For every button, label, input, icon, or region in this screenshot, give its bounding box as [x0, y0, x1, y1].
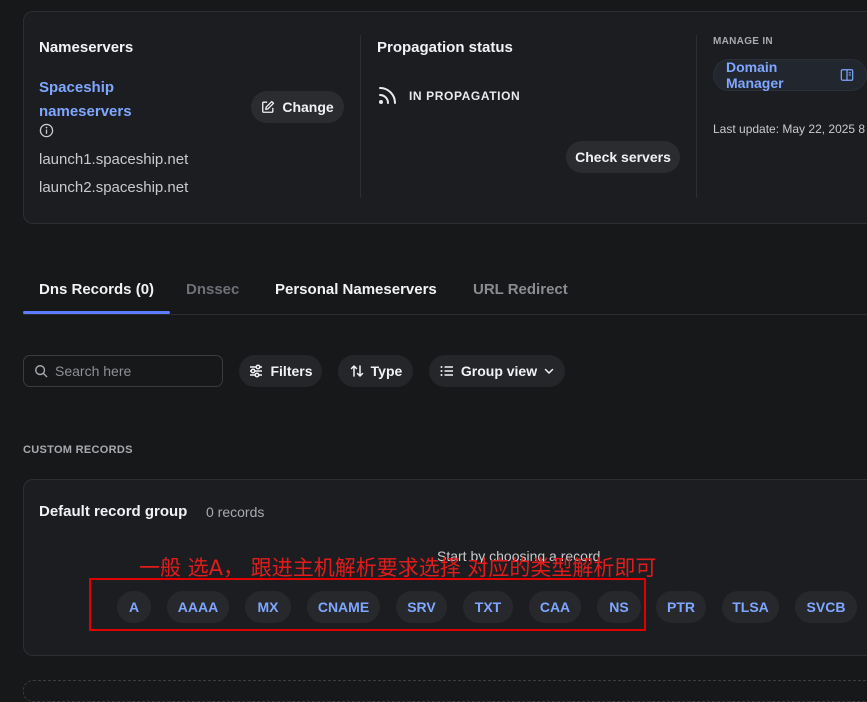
- sort-arrows-icon: [349, 363, 365, 379]
- last-update-text: Last update: May 22, 2025 8: [713, 122, 866, 136]
- nameserver-1: launch1.spaceship.net: [39, 151, 189, 168]
- tab-url-redirect[interactable]: URL Redirect: [473, 281, 568, 298]
- sliders-icon: [248, 363, 264, 379]
- info-icon[interactable]: [39, 123, 54, 138]
- search-icon: [34, 364, 48, 378]
- nameservers-title: Nameservers: [39, 39, 134, 56]
- tabs-baseline: [23, 314, 867, 315]
- search-placeholder: Search here: [55, 363, 132, 379]
- column-divider: [360, 35, 361, 198]
- group-view-dropdown[interactable]: Group view: [429, 355, 565, 387]
- column-divider-2: [696, 35, 697, 198]
- list-icon: [439, 363, 455, 379]
- change-label: Change: [282, 99, 334, 115]
- active-tab-indicator: [23, 311, 170, 314]
- filters-label: Filters: [270, 363, 313, 379]
- check-servers-button[interactable]: Check servers: [566, 141, 680, 173]
- record-type-ptr-button[interactable]: PTR: [656, 591, 706, 623]
- tab-personal-nameservers[interactable]: Personal Nameservers: [275, 281, 437, 298]
- record-type-tlsa-button[interactable]: TLSA: [722, 591, 779, 623]
- domain-manager-label: Domain Manager: [726, 59, 784, 91]
- change-nameservers-button[interactable]: Change: [251, 91, 344, 123]
- annotation-text: 一般 选A， 跟进主机解析要求选择 对应的类型解析即可: [139, 556, 657, 580]
- record-count: 0 records: [206, 504, 265, 520]
- nameserver-provider-link[interactable]: Spaceship nameservers: [39, 76, 132, 124]
- book-icon: [840, 68, 854, 82]
- custom-records-label: CUSTOM RECORDS: [23, 444, 133, 456]
- manage-in-label: MANAGE IN: [713, 36, 773, 47]
- propagation-status-badge: IN PROPAGATION: [409, 89, 521, 103]
- group-view-label: Group view: [460, 363, 538, 379]
- chevron-down-icon: [543, 365, 555, 377]
- propagation-title: Propagation status: [377, 39, 513, 56]
- add-group-placeholder[interactable]: [23, 680, 867, 702]
- edit-icon: [261, 100, 275, 114]
- type-sort-button[interactable]: Type: [338, 355, 413, 387]
- provider-line-1[interactable]: Spaceship: [39, 76, 132, 100]
- tab-dns-records[interactable]: Dns Records (0): [39, 281, 154, 298]
- nameserver-2: launch2.spaceship.net: [39, 179, 189, 196]
- propagation-feed-icon: [377, 84, 399, 106]
- type-label: Type: [370, 363, 403, 379]
- filters-button[interactable]: Filters: [239, 355, 322, 387]
- record-group-title: Default record group: [39, 503, 188, 520]
- search-input[interactable]: Search here: [23, 355, 223, 387]
- domain-manager-button[interactable]: Domain Manager: [713, 59, 867, 91]
- tab-dnssec[interactable]: Dnssec: [186, 281, 239, 298]
- record-type-svcb-button[interactable]: SVCB: [795, 591, 857, 623]
- provider-line-2[interactable]: nameservers: [39, 100, 132, 124]
- annotation-highlight-box: [89, 578, 646, 631]
